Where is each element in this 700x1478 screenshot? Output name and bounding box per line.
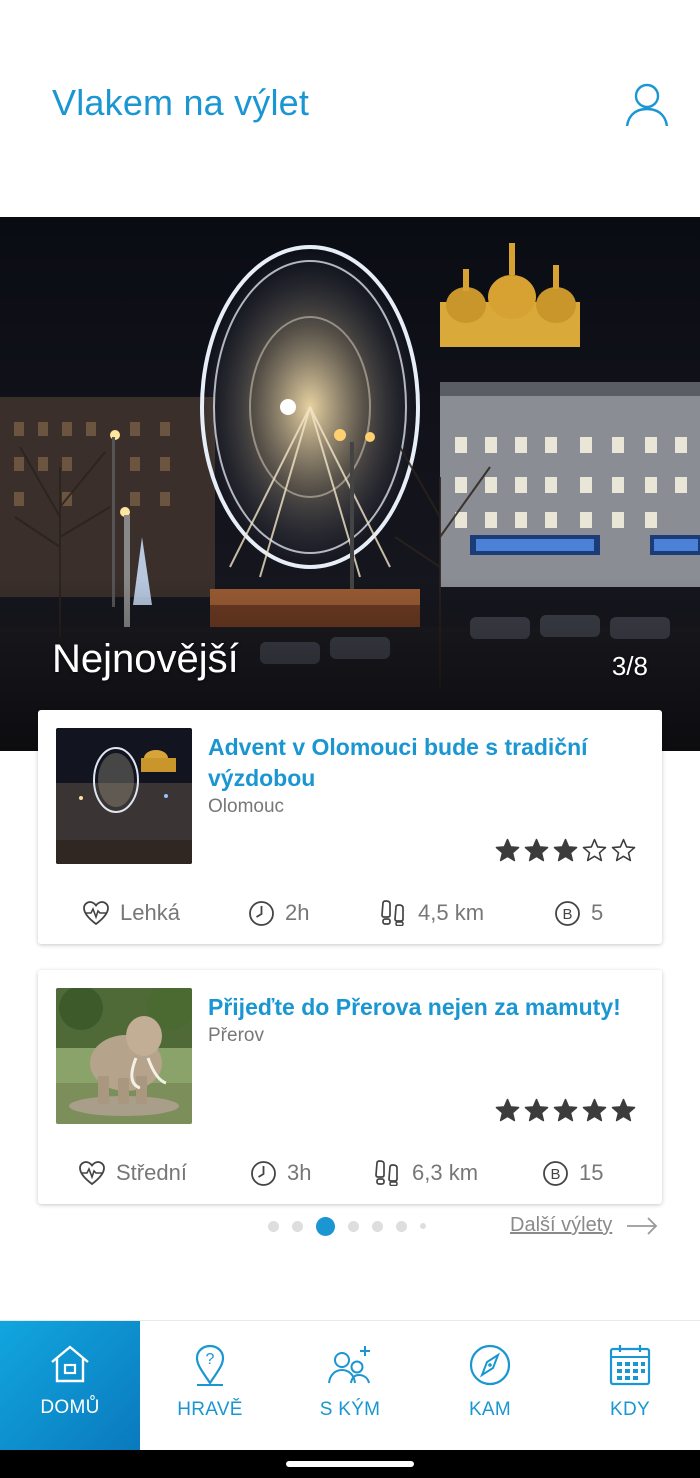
add-people-icon <box>328 1346 370 1384</box>
heart-pulse-icon <box>79 1161 105 1186</box>
duration-value: 2h <box>285 900 310 925</box>
app-title: Vlakem na výlet <box>52 82 310 123</box>
hero-section-label: Nejnovější <box>52 637 239 681</box>
duration-stat: 3h <box>250 1142 311 1204</box>
more-trips-label: Další výlety <box>510 1214 613 1236</box>
points-b-icon: B <box>543 1160 568 1186</box>
duration-value: 3h <box>287 1160 312 1185</box>
pager-dot[interactable] <box>372 1220 383 1232</box>
nav-label-kam: KAM <box>468 1399 512 1420</box>
rating-stars <box>495 1098 636 1123</box>
clock-icon <box>249 900 274 926</box>
nav-label-home: DOMŮ <box>40 1397 100 1418</box>
trip-thumbnail <box>56 988 192 1124</box>
distance-stat: 4,5 km <box>380 882 484 944</box>
difficulty-stat: Lehká <box>82 882 180 944</box>
carousel-pager[interactable] <box>268 1216 426 1236</box>
points-stat: B 5 <box>554 882 603 944</box>
home-indicator[interactable] <box>286 1461 414 1467</box>
points-stat: B 15 <box>542 1142 603 1204</box>
footsteps-icon <box>381 900 404 926</box>
nav-item-s-kym[interactable]: S KÝM <box>280 1321 420 1451</box>
star-filled-icon <box>524 1098 549 1122</box>
svg-text:B: B <box>562 906 572 923</box>
nav-item-home[interactable]: DOMŮ <box>0 1321 140 1451</box>
bottom-navigation: DOMŮ ? HRAVĚ S KÝM KAM KDY <box>0 1320 700 1451</box>
distance-value: 6,3 km <box>412 1160 479 1185</box>
svg-text:?: ? <box>206 1351 215 1368</box>
heart-pulse-icon <box>83 901 109 926</box>
points-value: 15 <box>579 1160 604 1185</box>
star-filled-icon <box>553 1098 578 1122</box>
points-value: 5 <box>591 900 604 925</box>
clock-icon <box>251 1160 276 1186</box>
trip-stats: Lehká 2h 4,5 km B 5 <box>38 882 662 944</box>
map-pin-question-icon: ? <box>195 1344 225 1386</box>
trip-thumbnail <box>56 728 192 864</box>
footsteps-icon <box>375 1160 398 1186</box>
trip-location: Přerov <box>208 1025 264 1046</box>
svg-text:B: B <box>550 1166 560 1183</box>
nav-label-hrave: HRAVĚ <box>177 1399 243 1420</box>
nav-label-s-kym: S KÝM <box>319 1399 381 1420</box>
star-filled-icon <box>553 838 578 862</box>
app-header: Vlakem na výlet <box>0 0 700 217</box>
star-filled-icon <box>495 1098 520 1122</box>
duration-stat: 2h <box>248 882 309 944</box>
hero-carousel[interactable]: Nejnovější 3/8 <box>0 217 700 751</box>
points-b-icon: B <box>555 900 580 926</box>
pager-dot-active[interactable] <box>316 1216 335 1236</box>
more-trips-link[interactable]: Další výlety <box>510 1214 658 1237</box>
pager-dot[interactable] <box>348 1220 359 1232</box>
star-filled-icon <box>582 1098 607 1122</box>
nav-item-hrave[interactable]: ? HRAVĚ <box>140 1321 280 1451</box>
trip-card[interactable]: Přijeďte do Přerova nejen za mamuty! Pře… <box>38 970 662 1204</box>
star-filled-icon <box>611 1098 636 1122</box>
compass-icon <box>469 1344 511 1386</box>
pager-dot[interactable] <box>396 1220 407 1232</box>
pager-dot[interactable] <box>292 1220 303 1232</box>
pager-dot[interactable] <box>420 1223 426 1229</box>
nav-label-kdy: KDY <box>610 1399 650 1420</box>
rating-stars <box>495 838 636 863</box>
distance-stat: 6,3 km <box>374 1142 478 1204</box>
trip-location: Olomouc <box>208 796 285 817</box>
home-icon <box>51 1345 89 1383</box>
trip-title: Přijeďte do Přerova nejen za mamuty! <box>208 994 621 1020</box>
pager-dot[interactable] <box>268 1220 279 1232</box>
nav-item-kdy[interactable]: KDY <box>560 1321 700 1451</box>
calendar-icon <box>609 1345 651 1386</box>
star-filled-icon <box>524 838 549 862</box>
difficulty-value: Střední <box>116 1160 187 1185</box>
star-empty-icon <box>611 838 636 862</box>
difficulty-value: Lehká <box>120 900 180 925</box>
arrow-right-icon <box>627 1216 658 1235</box>
user-icon <box>625 83 669 127</box>
star-empty-icon <box>582 838 607 862</box>
difficulty-stat: Střední <box>78 1142 187 1204</box>
profile-button[interactable] <box>622 80 672 130</box>
hero-slide-counter: 3/8 <box>611 651 648 681</box>
trip-card[interactable]: Advent v Olomouci bude s tradiční výzdob… <box>38 710 662 944</box>
trip-title: Advent v Olomouci bude s tradiční výzdob… <box>208 734 588 791</box>
trip-stats: Střední 3h 6,3 km B 15 <box>38 1142 662 1204</box>
star-filled-icon <box>495 838 520 862</box>
nav-item-kam[interactable]: KAM <box>420 1321 560 1451</box>
distance-value: 4,5 km <box>418 900 485 925</box>
